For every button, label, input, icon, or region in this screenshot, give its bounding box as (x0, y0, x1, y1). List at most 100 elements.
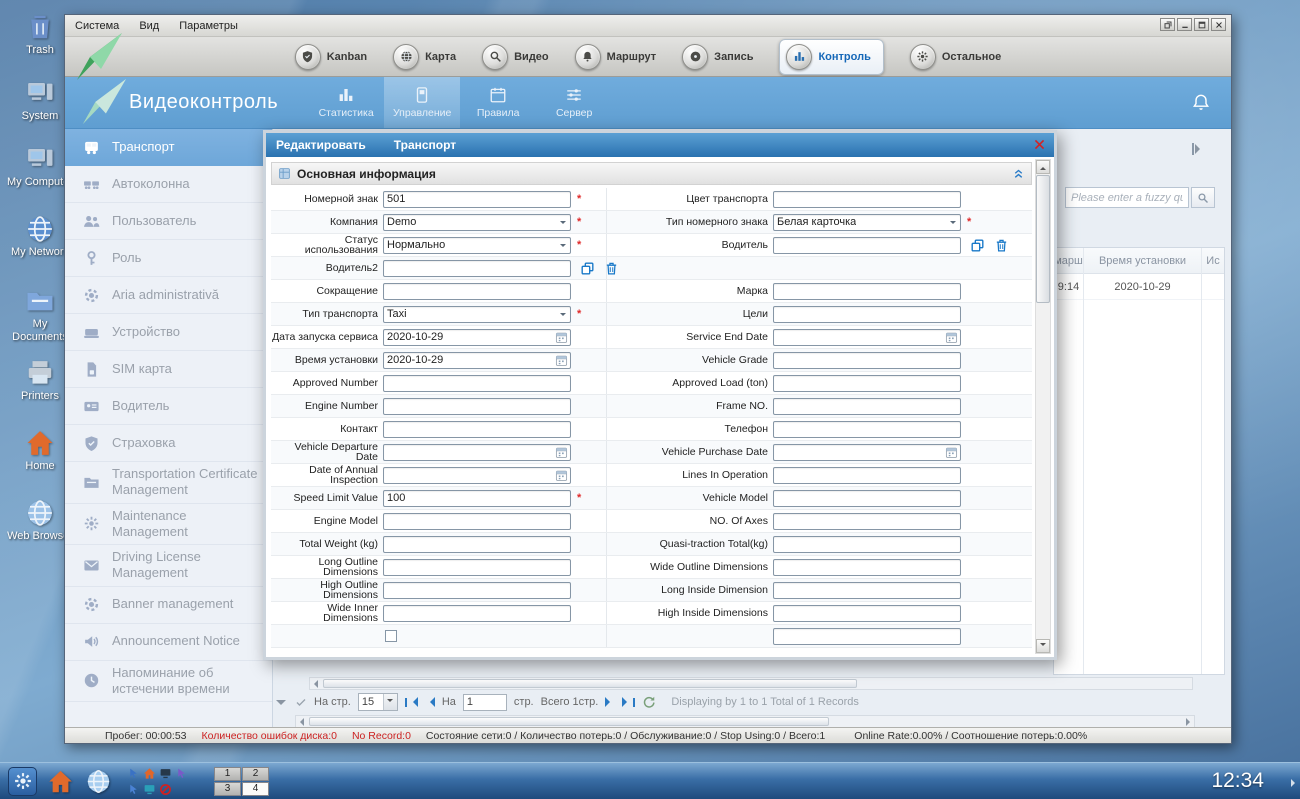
cursor-tray-icon[interactable] (127, 767, 140, 780)
speed-limit-value-input[interactable]: 100 (383, 490, 571, 507)
menu-item-вид[interactable]: Вид (139, 20, 159, 32)
window-maximize-button[interactable] (1194, 18, 1209, 31)
window-close-button[interactable] (1211, 18, 1226, 31)
prev-page-button[interactable] (425, 697, 435, 707)
водитель2-input[interactable] (383, 260, 571, 277)
водитель-input[interactable] (773, 237, 961, 254)
approved-number-input[interactable] (383, 375, 571, 392)
дата-запуска-сервиса-input[interactable]: 2020-10-29 (383, 329, 571, 346)
menu-item-параметры[interactable]: Параметры (179, 20, 238, 32)
horizontal-scrollbar[interactable] (295, 715, 1195, 727)
компания-input[interactable]: Demo (383, 214, 571, 231)
scroll-down-icon[interactable] (276, 697, 286, 715)
calendar-icon[interactable] (943, 446, 959, 459)
notification-bell-icon[interactable] (1191, 92, 1211, 112)
цвет-транспорта-input[interactable] (773, 191, 961, 208)
column-header[interactable]: марш (1054, 248, 1083, 274)
field-input[interactable] (773, 628, 961, 645)
panel-expand-icon[interactable] (1291, 779, 1295, 787)
toolbar-button-карта[interactable]: Карта (393, 44, 456, 70)
cursor-tray-icon[interactable] (175, 767, 188, 780)
workspace-1[interactable]: 1 (214, 767, 241, 781)
vehicle-purchase-date-input[interactable] (773, 444, 961, 461)
delete-driver-icon[interactable] (994, 238, 1009, 253)
search-icon[interactable] (1191, 187, 1215, 208)
scrollbar-thumb[interactable] (1036, 175, 1050, 303)
engine-model-input[interactable] (383, 513, 571, 530)
table-cell[interactable]: 2020-10-29 (1084, 274, 1201, 300)
sidebar-item-роль[interactable]: Роль (65, 240, 272, 277)
first-page-button[interactable] (405, 697, 418, 707)
page-number-input[interactable] (463, 694, 507, 711)
next-page-button[interactable] (605, 697, 615, 707)
toolbar-button-kanban[interactable]: Kanban (295, 44, 367, 70)
no-of-axes-input[interactable] (773, 513, 961, 530)
тип-номерного-знака-input[interactable]: Белая карточка (773, 214, 961, 231)
calendar-icon[interactable] (943, 331, 959, 344)
sidebar-item-страховка[interactable]: Страховка (65, 425, 272, 462)
sidebar-item-автоколонна[interactable]: Автоколонна (65, 166, 272, 203)
column-header[interactable]: Время установки (1084, 248, 1201, 274)
table-cell[interactable] (1202, 274, 1224, 300)
tab-управление[interactable]: Управление (384, 77, 460, 128)
sidebar-item-aria-administrativă[interactable]: Aria administrativă (65, 277, 272, 314)
dropdown-arrow-icon[interactable] (560, 221, 566, 224)
vehicle-departure-date-input[interactable] (383, 444, 571, 461)
select-driver-icon[interactable] (970, 238, 985, 253)
approved-load-ton-input[interactable] (773, 375, 961, 392)
total-weight-kg-input[interactable] (383, 536, 571, 553)
sidebar-item-водитель[interactable]: Водитель (65, 388, 272, 425)
monitor-tray-icon[interactable] (159, 767, 172, 780)
high-inside-dimensions-input[interactable] (773, 605, 961, 622)
время-установки-input[interactable]: 2020-10-29 (383, 352, 571, 369)
panel-collapse-icon[interactable] (1192, 143, 1205, 155)
select-driver-icon[interactable] (580, 261, 595, 276)
engine-number-input[interactable] (383, 398, 571, 415)
scrollbar-thumb[interactable] (323, 679, 857, 688)
sidebar-item-напоминание-об-истечении-времени[interactable]: Напоминание об истечении времени (65, 661, 272, 703)
app-launcher-icon[interactable] (8, 767, 37, 796)
vehicle-grade-input[interactable] (773, 352, 961, 369)
menu-item-система[interactable]: Система (75, 20, 119, 32)
high-outline-dimensions-input[interactable] (383, 582, 571, 599)
refresh-icon[interactable] (642, 695, 656, 709)
scroll-up-icon[interactable] (1036, 160, 1050, 174)
long-outline-dimensions-input[interactable] (383, 559, 571, 576)
dropdown-arrow-icon[interactable] (950, 221, 956, 224)
dropdown-arrow-icon[interactable] (560, 313, 566, 316)
quasi-traction-total-kg-input[interactable] (773, 536, 961, 553)
calendar-icon[interactable] (553, 331, 569, 344)
sidebar-item-транспорт[interactable]: Транспорт (65, 129, 272, 166)
dialog-menu-edit[interactable]: Редактировать (276, 138, 366, 152)
sidebar-item-banner-management[interactable]: Banner management (65, 587, 272, 624)
close-icon[interactable] (1033, 138, 1047, 152)
collapse-section-icon[interactable] (1012, 167, 1025, 180)
last-page-button[interactable] (622, 697, 635, 707)
статус-использования-input[interactable]: Нормально (383, 237, 571, 254)
cursor-tray-icon[interactable] (127, 783, 140, 796)
form-checkbox[interactable] (385, 630, 397, 642)
sidebar-item-sim-карта[interactable]: SIM карта (65, 351, 272, 388)
toolbar-button-контроль[interactable]: Контроль (779, 39, 883, 75)
workspace-4[interactable]: 4 (242, 782, 269, 796)
toolbar-button-остальное[interactable]: Остальное (910, 44, 1001, 70)
per-page-select[interactable]: 15 (358, 693, 398, 711)
телефон-input[interactable] (773, 421, 961, 438)
monitor-tray-icon[interactable] (143, 783, 156, 796)
long-inside-dimension-input[interactable] (773, 582, 961, 599)
scroll-right-icon[interactable] (1182, 716, 1194, 727)
column-header[interactable]: Ис (1202, 248, 1224, 274)
sidebar-item-transportation-certificate-management[interactable]: Transportation Certificate Management (65, 462, 272, 504)
search-input[interactable] (1065, 187, 1189, 208)
цели-input[interactable] (773, 306, 961, 323)
home-launcher-icon[interactable] (46, 767, 75, 796)
horizontal-scrollbar[interactable] (309, 677, 1193, 690)
scroll-left-icon[interactable] (310, 678, 322, 689)
stop-tray-icon[interactable] (159, 783, 172, 796)
toolbar-button-маршрут[interactable]: Маршрут (575, 44, 657, 70)
service-end-date-input[interactable] (773, 329, 961, 346)
номерной-знак-input[interactable]: 501 (383, 191, 571, 208)
toolbar-button-запись[interactable]: Запись (682, 44, 753, 70)
sidebar-item-пользователь[interactable]: Пользователь (65, 203, 272, 240)
tab-статистика[interactable]: Статистика (308, 77, 384, 128)
